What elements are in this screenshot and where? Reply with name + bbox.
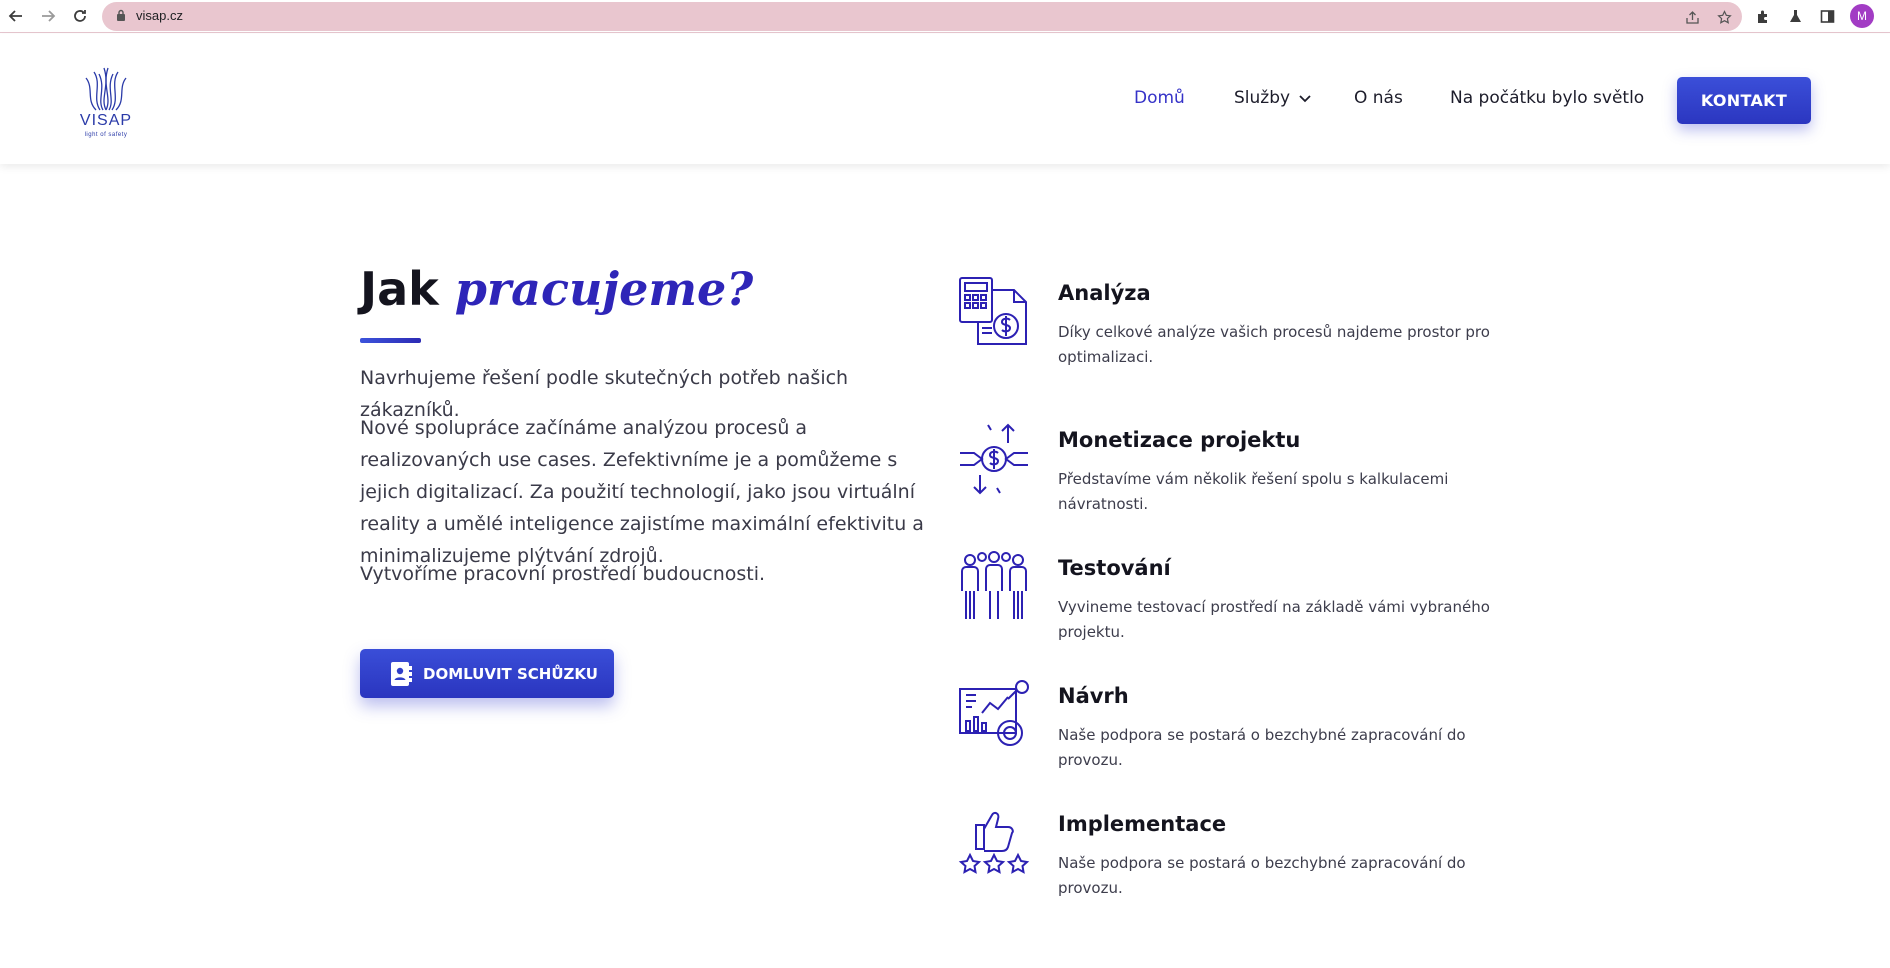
step-description: Naše podpora se postará o bezchybné zapr…: [1058, 726, 1466, 769]
step-description: Představíme vám několik řešení spolu s k…: [1058, 470, 1449, 513]
nav-item-sluzby-label: Služby: [1234, 88, 1291, 108]
step-monetizace: Monetizace projektu Představíme vám něko…: [958, 423, 1558, 513]
step-implementace: Implementace Naše podpora se postará o b…: [958, 807, 1558, 897]
analytics-icon: [959, 680, 1029, 746]
logo-flame-icon: [85, 67, 127, 111]
team-icon: [961, 551, 1027, 619]
logo-wordmark: VISAP: [79, 112, 133, 129]
forward-icon[interactable]: [36, 4, 60, 28]
heading-accent: pracujeme?: [454, 262, 754, 316]
nav-item-sluzby[interactable]: Služby: [1234, 88, 1312, 108]
section-heading: Jak pracujeme?: [360, 262, 753, 316]
step-title: Analýza: [1058, 281, 1151, 305]
reload-icon[interactable]: [68, 4, 92, 28]
schedule-meeting-button[interactable]: DOMLUVIT SCHŮZKU: [360, 649, 614, 698]
step-description: Naše podpora se postará o bezchybné zapr…: [1058, 854, 1466, 897]
step-title: Monetizace projektu: [1058, 428, 1301, 452]
address-bar[interactable]: visap.cz: [102, 2, 1742, 31]
back-icon[interactable]: [4, 4, 28, 28]
thumbs-up-rating-icon: [958, 811, 1030, 874]
url-text: visap.cz: [136, 8, 183, 23]
browser-toolbar: visap.cz M: [0, 0, 1890, 33]
step-analyza: Analýza Díky celkové analýze vašich proc…: [958, 276, 1558, 366]
body-paragraph: Nové spolupráce začínáme analýzou proces…: [360, 417, 924, 567]
money-exchange-icon: [960, 423, 1028, 495]
step-navrh: Návrh Naše podpora se postará o bezchybn…: [958, 679, 1558, 769]
nav-item-na-pocatku[interactable]: Na počátku bylo světlo: [1450, 88, 1644, 108]
step-title: Implementace: [1058, 812, 1227, 836]
nav-item-domu[interactable]: Domů: [1134, 88, 1185, 108]
bookmark-star-icon[interactable]: [1714, 7, 1734, 27]
step-testovani: Testování Vyvineme testovací prostředí n…: [958, 551, 1558, 641]
step-title: Testování: [1058, 556, 1171, 580]
nav-item-o-nas[interactable]: O nás: [1354, 88, 1403, 108]
visap-logo[interactable]: VISAP light of safety: [66, 60, 146, 145]
step-title: Návrh: [1058, 684, 1129, 708]
step-description: Vyvineme testovací prostředí na základě …: [1058, 598, 1490, 641]
closing-paragraph: Vytvoříme pracovní prostředí budoucnosti…: [360, 563, 766, 585]
step-description: Díky celkové analýze vašich procesů najd…: [1058, 323, 1490, 366]
chevron-down-icon: [1299, 95, 1312, 103]
contact-button[interactable]: KONTAKT: [1677, 77, 1811, 124]
lock-icon: [116, 9, 126, 27]
contact-book-icon: [391, 661, 412, 686]
share-icon[interactable]: [1682, 7, 1702, 27]
sidepanel-icon[interactable]: [1816, 5, 1838, 27]
calculator-money-icon: [959, 277, 1027, 345]
extensions-puzzle-icon[interactable]: [1752, 5, 1774, 27]
heading-plain: Jak: [360, 262, 439, 316]
heading-underline: [360, 338, 421, 343]
site-header: VISAP light of safety Domů Služby O nás …: [0, 34, 1890, 164]
logo-tagline: light of safety: [84, 132, 128, 138]
labs-flask-icon[interactable]: [1784, 5, 1806, 27]
profile-avatar[interactable]: M: [1850, 4, 1874, 28]
schedule-meeting-label: DOMLUVIT SCHŮZKU: [423, 664, 598, 683]
